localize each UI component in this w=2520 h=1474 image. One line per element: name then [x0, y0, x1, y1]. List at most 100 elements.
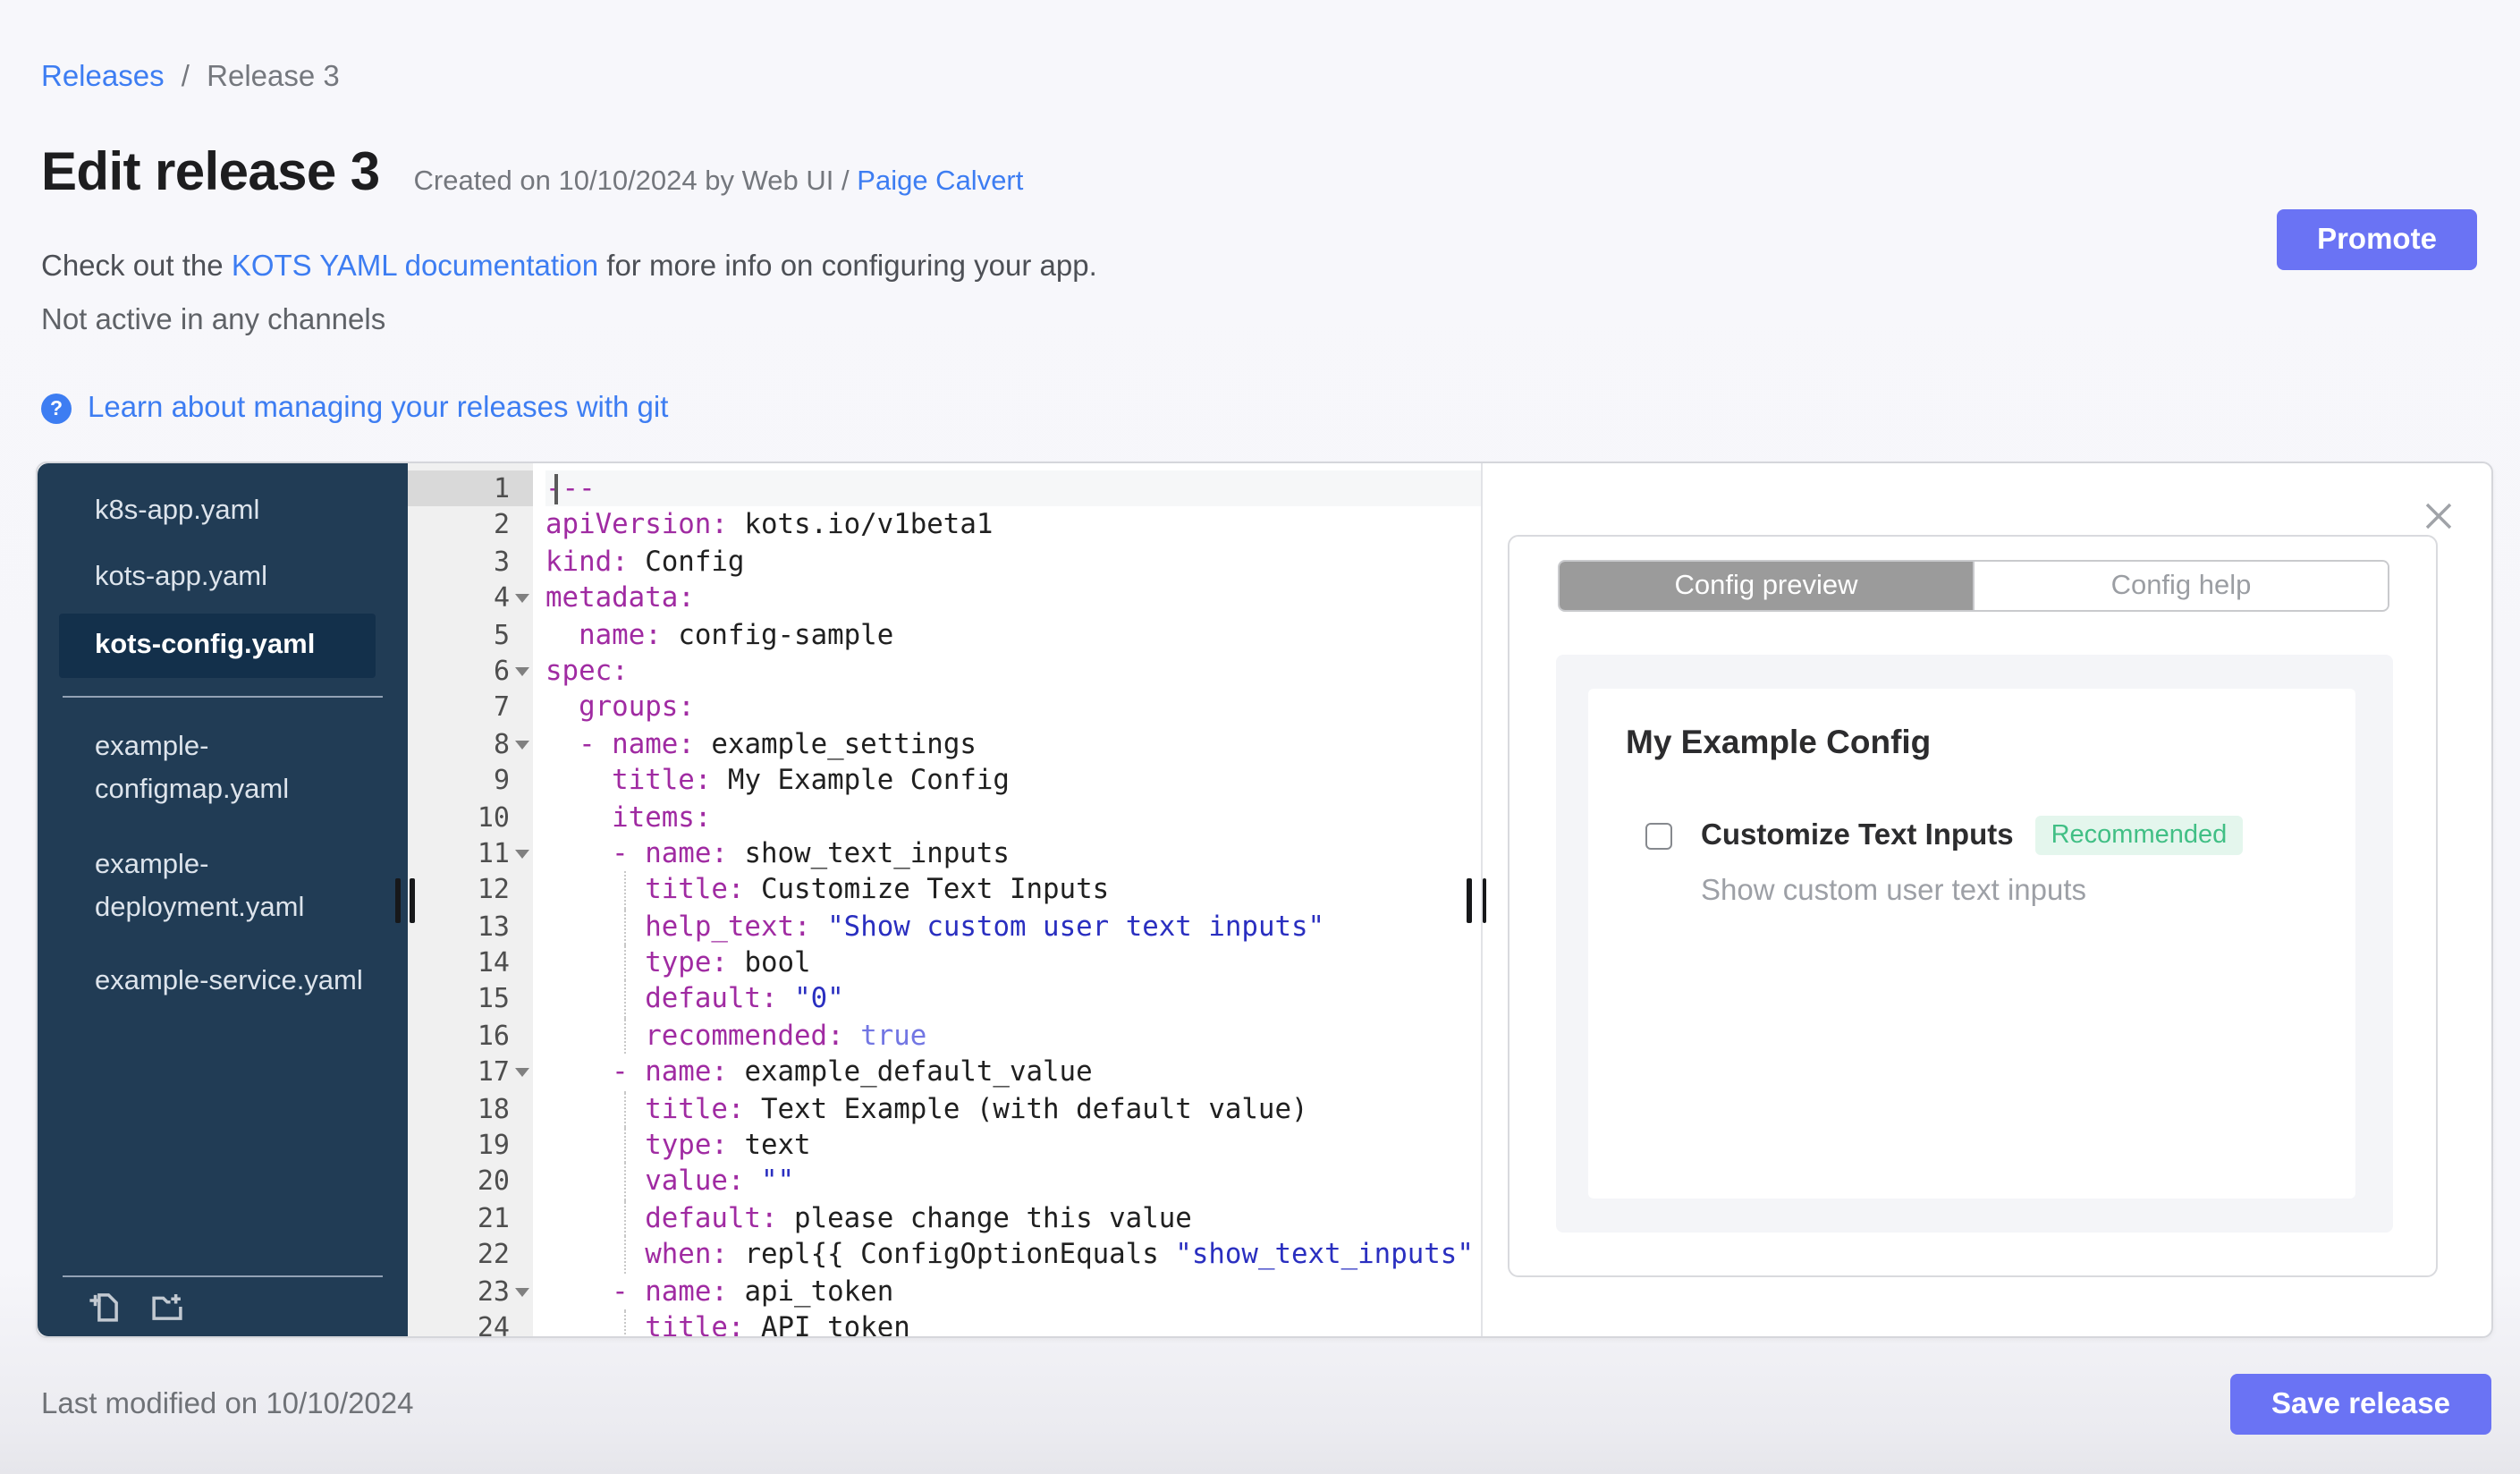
- promote-button[interactable]: Promote: [2277, 209, 2477, 270]
- gutter-line-number: 11: [408, 835, 533, 872]
- fold-caret-icon[interactable]: [515, 1068, 529, 1085]
- code-line[interactable]: title: Text Example (with default value): [545, 1090, 1481, 1128]
- config-panel: Config preview Config help My Example Con…: [1483, 463, 2491, 1335]
- kots-yaml-docs-link[interactable]: KOTS YAML documentation: [232, 250, 598, 283]
- new-file-button[interactable]: [84, 1287, 123, 1326]
- indent-guide: [623, 1309, 625, 1335]
- code-line[interactable]: spec:: [545, 653, 1481, 690]
- yaml-token-plain: [844, 1020, 861, 1052]
- fold-caret-icon[interactable]: [515, 740, 529, 756]
- new-folder-icon: [151, 1293, 182, 1319]
- code-line[interactable]: ---: [545, 470, 1481, 507]
- code-line[interactable]: name: config-sample: [545, 616, 1481, 653]
- gutter-line-number: 24: [477, 1310, 510, 1335]
- file-item[interactable]: example-service.yaml: [38, 961, 408, 1004]
- yaml-token-key: title:: [645, 1092, 745, 1125]
- yaml-token-plain: [545, 1202, 645, 1234]
- question-mark-icon[interactable]: ?: [41, 394, 72, 424]
- sidebar-bottom-divider: [63, 1275, 383, 1276]
- code-line[interactable]: value: "": [545, 1163, 1481, 1200]
- code-line[interactable]: - name: api_token: [545, 1273, 1481, 1309]
- gutter-line-number: 15: [477, 982, 510, 1015]
- code-line[interactable]: recommended: true: [545, 1017, 1481, 1055]
- gutter-line-number: 14: [477, 946, 510, 979]
- code-line[interactable]: title: Customize Text Inputs: [545, 871, 1481, 909]
- code-line[interactable]: items:: [545, 799, 1481, 835]
- yaml-token-plain: [545, 1092, 645, 1124]
- editor-gutter: 1234567891011121314151617181920212223242…: [408, 463, 533, 1335]
- code-line[interactable]: metadata:: [545, 580, 1481, 616]
- code-line[interactable]: kind: Config: [545, 544, 1481, 580]
- indent-guide: [623, 980, 625, 1018]
- code-line[interactable]: default: please change this value: [545, 1199, 1481, 1237]
- customize-text-inputs-checkbox[interactable]: [1645, 822, 1672, 849]
- code-line[interactable]: when: repl{{ ConfigOptionEquals "show_te…: [545, 1236, 1481, 1274]
- yaml-token-key: apiVersion:: [545, 508, 728, 541]
- tab-config-preview[interactable]: Config preview: [1560, 562, 1973, 610]
- fold-caret-icon[interactable]: [515, 594, 529, 610]
- fold-caret-icon[interactable]: [515, 666, 529, 683]
- channel-status: Not active in any channels: [41, 304, 386, 336]
- breadcrumb: Releases / Release 3: [41, 61, 340, 95]
- code-line[interactable]: apiVersion: kots.io/v1beta1: [545, 507, 1481, 544]
- code-line[interactable]: - name: example_settings: [545, 725, 1481, 762]
- yaml-token-key: metadata:: [545, 581, 695, 614]
- sidebar-resize-handle[interactable]: [410, 878, 414, 923]
- yaml-token-plain: [545, 1129, 645, 1161]
- code-line[interactable]: title: My Example Config: [545, 762, 1481, 799]
- yaml-token-plain: [545, 1020, 645, 1052]
- breadcrumb-separator: /: [181, 61, 190, 93]
- file-item[interactable]: example-configmap.yaml: [38, 726, 408, 812]
- code-line[interactable]: - name: example_default_value: [545, 1055, 1481, 1091]
- indent-guide: [623, 1199, 625, 1237]
- indent-guide: [623, 1017, 625, 1055]
- code-line[interactable]: help_text: "Show custom user text inputs…: [545, 908, 1481, 945]
- sidebar-actions: [84, 1287, 186, 1326]
- config-group-title: My Example Config: [1626, 723, 1932, 760]
- yaml-token-str: "Show custom user text inputs": [827, 910, 1325, 943]
- close-panel-button[interactable]: [2422, 499, 2456, 533]
- code-line[interactable]: type: text: [545, 1127, 1481, 1164]
- panel-resize-handle[interactable]: [1467, 878, 1471, 923]
- gutter-line-number: 21: [477, 1201, 510, 1234]
- config-preview-card: Config preview Config help My Example Con…: [1508, 535, 2438, 1277]
- code-line[interactable]: - name: show_text_inputs: [545, 835, 1481, 872]
- breadcrumb-releases-link[interactable]: Releases: [41, 61, 165, 93]
- file-sidebar: k8s-app.yaml kots-app.yaml kots-config.yam…: [38, 463, 408, 1335]
- code-line[interactable]: groups:: [545, 690, 1481, 726]
- file-item[interactable]: kots-app.yaml: [38, 556, 408, 599]
- save-release-button[interactable]: Save release: [2230, 1374, 2491, 1435]
- yaml-token-key: groups:: [579, 690, 695, 724]
- editor-code-area[interactable]: --- apiVersion: kots.io/v1beta1 kind: Conf…: [533, 463, 1481, 1335]
- tab-config-help[interactable]: Config help: [1973, 562, 2388, 610]
- fold-caret-icon[interactable]: [515, 1287, 529, 1303]
- yaml-token-plain: [545, 1056, 612, 1089]
- fold-caret-icon[interactable]: [515, 849, 529, 866]
- yaml-token-plain: [545, 946, 645, 978]
- panel-resize-handle[interactable]: [1482, 878, 1486, 923]
- docs-prefix: Check out the: [41, 250, 224, 283]
- git-releases-link[interactable]: Learn about managing your releases with …: [88, 392, 668, 426]
- title-row: Edit release 3 Created on 10/10/2024 by …: [41, 143, 1023, 204]
- yaml-token-plain: My Example Config: [711, 764, 1010, 797]
- created-text: Created on 10/10/2024 by Web UI / Paige …: [414, 166, 1024, 199]
- code-line[interactable]: default: "0": [545, 980, 1481, 1018]
- file-item[interactable]: kots-config.yaml: [59, 614, 376, 678]
- code-line[interactable]: type: bool: [545, 945, 1481, 981]
- docs-suffix: for more info on configuring your app.: [606, 250, 1097, 283]
- new-folder-button[interactable]: [147, 1287, 186, 1326]
- yaml-token-key: title:: [612, 764, 712, 797]
- created-author-link[interactable]: Paige Calvert: [857, 166, 1023, 197]
- gutter-line-number: 19: [477, 1129, 510, 1162]
- yaml-token-plain: [545, 1275, 612, 1307]
- code-line[interactable]: title: API token: [545, 1309, 1481, 1335]
- config-group-card: My Example Config Customize Text Inputs …: [1588, 689, 2355, 1199]
- yaml-token-plain: [744, 1165, 761, 1198]
- file-item[interactable]: k8s-app.yaml: [38, 490, 408, 533]
- gutter-line-number: 23: [408, 1273, 533, 1309]
- file-item[interactable]: example-deployment.yaml: [38, 844, 408, 930]
- yaml-token-key: help_text:: [645, 910, 811, 943]
- yaml-token-plain: bool: [727, 946, 811, 979]
- sidebar-resize-handle[interactable]: [395, 878, 400, 923]
- yaml-code-editor[interactable]: 1234567891011121314151617181920212223242…: [408, 463, 1483, 1335]
